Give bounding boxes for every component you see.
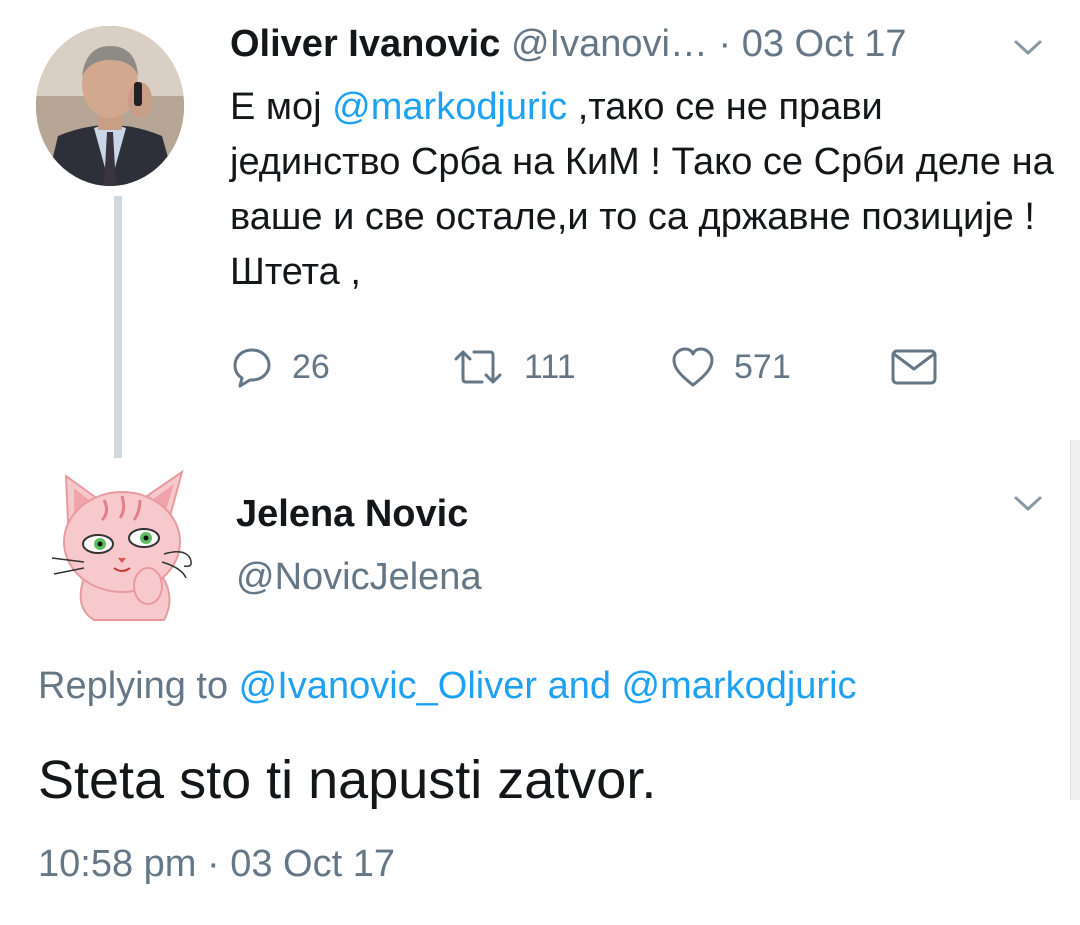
replying-mention-2[interactable]: @markodjuric [622, 665, 857, 707]
replying-and: and [537, 665, 622, 707]
avatar-jelena-novic[interactable] [44, 458, 204, 624]
reply-timestamp: 10:58 pm · 03 Oct 17 [38, 842, 395, 886]
retweet-button[interactable]: 111 [450, 340, 576, 394]
envelope-icon [891, 349, 937, 385]
retweet-count: 111 [524, 347, 576, 386]
tweet-thread-view: Oliver Ivanovic @Ivanovi… · 03 Oct 17 Е … [0, 0, 1080, 925]
author-handle[interactable]: @Ivanovi… [511, 23, 708, 65]
reply-tweet-text: Steta sto ti napusti zatvor. [38, 750, 657, 810]
reply-date: 03 Oct 17 [230, 843, 395, 885]
mention-link[interactable]: @markodjuric [332, 86, 567, 128]
cartoon-cat-icon [51, 469, 192, 621]
like-count: 571 [734, 347, 791, 386]
replying-mention-1[interactable]: @Ivanovic_Oliver [239, 665, 537, 707]
reply-author-handle[interactable]: @NovicJelena [236, 555, 482, 599]
meta-separator: · [207, 843, 220, 885]
original-tweet-header: Oliver Ivanovic @Ivanovi… · 03 Oct 17 [230, 22, 906, 66]
like-button[interactable]: 571 [670, 340, 791, 394]
reply-time: 10:58 pm [38, 843, 197, 885]
replying-to-line: Replying to @Ivanovic_Oliver and @markod… [38, 664, 857, 708]
reply-count: 26 [292, 347, 330, 386]
reply-bubble-icon [233, 348, 271, 388]
avatar-photo-icon [36, 26, 184, 186]
meta-separator: · [718, 23, 732, 65]
chevron-down-icon[interactable] [1013, 38, 1043, 58]
reply-button[interactable]: 26 [230, 340, 330, 394]
heart-icon [672, 347, 714, 387]
reply-author-name[interactable]: Jelena Novic [236, 492, 468, 536]
chevron-down-icon[interactable] [1013, 494, 1043, 514]
avatar-oliver-ivanovic[interactable] [36, 26, 184, 186]
author-name[interactable]: Oliver Ivanovic [230, 23, 500, 65]
tweet-text-segment: Е мој [230, 86, 333, 128]
thread-connector-line [114, 196, 122, 458]
original-tweet-text: Е мој @markodjuric ,тако се не прави јед… [230, 80, 1060, 300]
replying-prefix: Replying to [38, 665, 239, 707]
tweet-action-bar: 26 111 571 [230, 340, 950, 394]
direct-message-button[interactable] [890, 340, 938, 394]
scrollbar[interactable] [1070, 440, 1080, 800]
tweet-date[interactable]: 03 Oct 17 [742, 23, 907, 65]
retweet-icon [454, 350, 502, 384]
